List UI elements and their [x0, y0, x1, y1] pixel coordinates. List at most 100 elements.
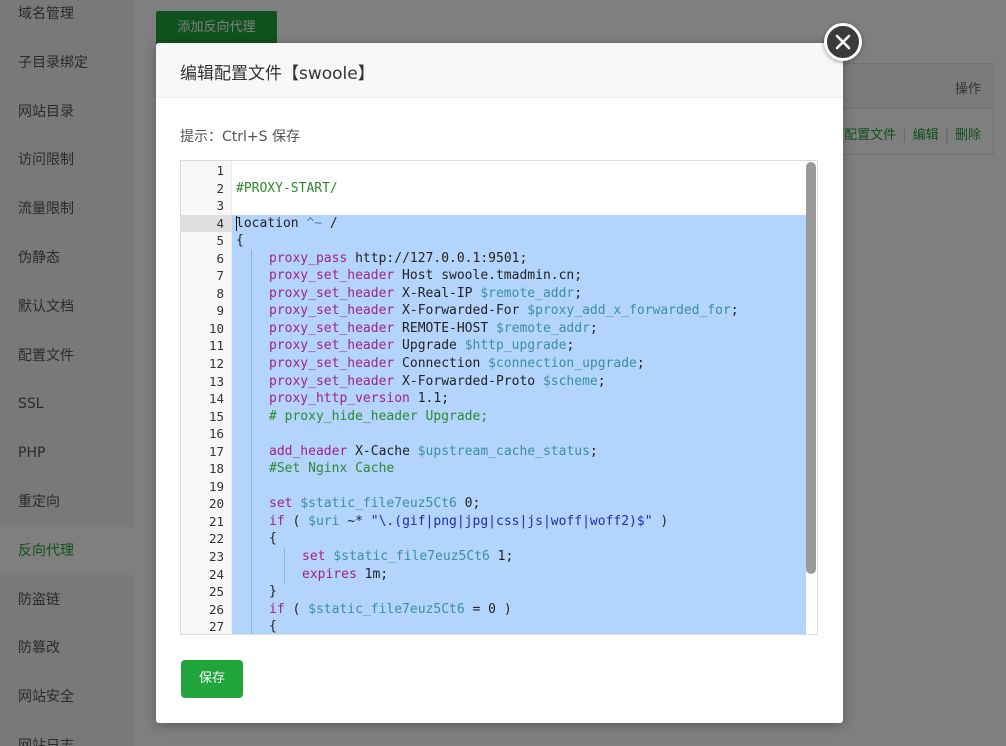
code-text: #Set Nginx Cache [232, 460, 806, 478]
code-token: set [302, 549, 326, 565]
code-line: 26 if ( $static_file7euz5Ct6 = 0 ) [181, 600, 806, 619]
code-line: 22 { [181, 530, 806, 549]
line-number: 27 [208, 619, 224, 635]
code-token: ( [284, 601, 309, 617]
line-number: 13 [208, 373, 224, 389]
code-text [232, 425, 806, 443]
code-token: "\.(gif|png|jpg|css|js|woff|woff2)$" [370, 513, 653, 529]
code-token: http://127.0.0.1:9501; [347, 250, 528, 266]
code-text: proxy_set_header Host swoole.tmadmin.cn; [232, 267, 806, 285]
line-number: 17 [208, 443, 224, 459]
code-token: Upgrade [394, 338, 465, 354]
code-text: #PROXY-START/ [232, 180, 806, 198]
code-text: location ^~ / [232, 214, 806, 233]
code-text: expires 1m; [232, 565, 806, 584]
close-icon[interactable] [824, 23, 862, 61]
code-token: add_header [269, 443, 348, 459]
code-token: proxy_set_header [269, 285, 395, 301]
code-token: $connection_upgrade [488, 356, 637, 372]
code-line: 19 [181, 477, 806, 496]
code-token: # proxy_hide_header Upgrade; [269, 408, 489, 424]
code-token: if [269, 513, 285, 529]
line-number: 14 [208, 391, 224, 407]
code-text: add_header X-Cache $upstream_cache_statu… [232, 442, 806, 461]
code-text: { [232, 232, 806, 250]
line-number: 15 [208, 408, 224, 424]
line-number: 7 [216, 268, 224, 284]
code-line: 10 proxy_set_header REMOTE-HOST $remote_a… [181, 319, 806, 338]
code-token: $static_file7euz5Ct6 [300, 496, 457, 512]
code-token: $scheme [542, 373, 598, 389]
code-token: X-Real-IP [394, 285, 481, 301]
code-token: $remote_addr [495, 320, 590, 336]
code-token: REMOTE-HOST [394, 320, 496, 336]
code-line: 11 proxy_set_header Upgrade $http_upgrade… [181, 337, 806, 356]
code-token: expires [302, 566, 357, 582]
code-text: proxy_set_header Connection $connection_… [232, 355, 806, 373]
indent-guide [251, 267, 252, 285]
indent-guide [284, 565, 285, 584]
code-text: proxy_set_header X-Forwarded-For $proxy_… [232, 302, 806, 320]
line-number: 2 [216, 180, 224, 196]
indent-guide [251, 565, 252, 584]
modal-header: 编辑配置文件【swoole】 [156, 43, 843, 98]
code-token: ; [589, 443, 598, 459]
edit-config-modal: 编辑配置文件【swoole】 提示：Ctrl+S 保存 1 2 #PROXY-STA… [156, 43, 843, 723]
indent-guide [251, 319, 252, 338]
indent-guide [251, 390, 252, 408]
code-line: 13 proxy_set_header X-Forwarded-Proto $sc… [181, 372, 806, 391]
code-editor[interactable]: 1 2 #PROXY-START/3 4 location ^~ /5{6 proxy_p… [180, 160, 818, 635]
code-token: $http_upgrade [464, 338, 567, 354]
code-token: 1.1; [409, 391, 450, 407]
line-number: 4 [181, 214, 232, 233]
code-line: 7 proxy_set_header Host swoole.tmadmin.cn… [181, 267, 806, 285]
code-token: { [269, 531, 277, 547]
indent-guide [251, 460, 252, 478]
text-caret [236, 215, 237, 231]
code-text: set $static_file7euz5Ct6 0; [232, 495, 806, 513]
code-line: 14 proxy_http_version 1.1; [181, 390, 806, 408]
code-line: 6 proxy_pass http://127.0.0.1:9501; [181, 249, 806, 268]
code-line: 12 proxy_set_header Connection $connectio… [181, 355, 806, 373]
code-token: X-Forwarded-For [394, 303, 528, 319]
code-token: #PROXY-START/ [236, 180, 338, 196]
indent-guide [251, 407, 252, 426]
code-token: proxy_set_header [269, 320, 395, 336]
line-number: 24 [208, 566, 224, 582]
line-number: 11 [208, 338, 224, 354]
code-text: proxy_set_header REMOTE-HOST $remote_add… [232, 319, 806, 338]
indent-guide [251, 495, 252, 513]
editor-scrollbar[interactable] [806, 162, 816, 574]
indent-guide [251, 302, 252, 320]
code-text [232, 477, 806, 496]
code-token: proxy_set_header [269, 356, 395, 372]
code-token: proxy_pass [269, 250, 348, 266]
code-token: ; [589, 320, 598, 336]
line-number: 3 [216, 198, 224, 214]
save-button[interactable]: 保存 [181, 660, 243, 698]
code-line: 15 # proxy_hide_header Upgrade; [181, 407, 806, 426]
indent-guide [251, 618, 252, 634]
code-text: if ( $uri ~* "\.(gif|png|jpg|css|js|woff… [232, 512, 806, 531]
code-token: } [269, 584, 277, 600]
code-token: ^~ [306, 215, 323, 231]
code-text: proxy_set_header X-Forwarded-Proto $sche… [232, 372, 806, 391]
code-text: proxy_http_version 1.1; [232, 390, 806, 408]
line-number: 19 [208, 478, 224, 494]
indent-guide [251, 355, 252, 373]
code-token: ; [730, 303, 739, 319]
line-number: 23 [208, 549, 224, 565]
line-number: 18 [208, 461, 224, 477]
line-number: 9 [216, 303, 224, 319]
code-token: X-Forwarded-Proto [394, 373, 543, 389]
code-token: if [269, 601, 285, 617]
code-token: $upstream_cache_status [417, 443, 590, 459]
code-token: { [236, 233, 244, 249]
code-line: 4 location ^~ / [181, 214, 806, 233]
indent-guide [251, 284, 252, 303]
code-token: proxy_http_version [269, 391, 410, 407]
code-token: $uri [308, 513, 340, 529]
code-line: 24 expires 1m; [181, 565, 806, 584]
